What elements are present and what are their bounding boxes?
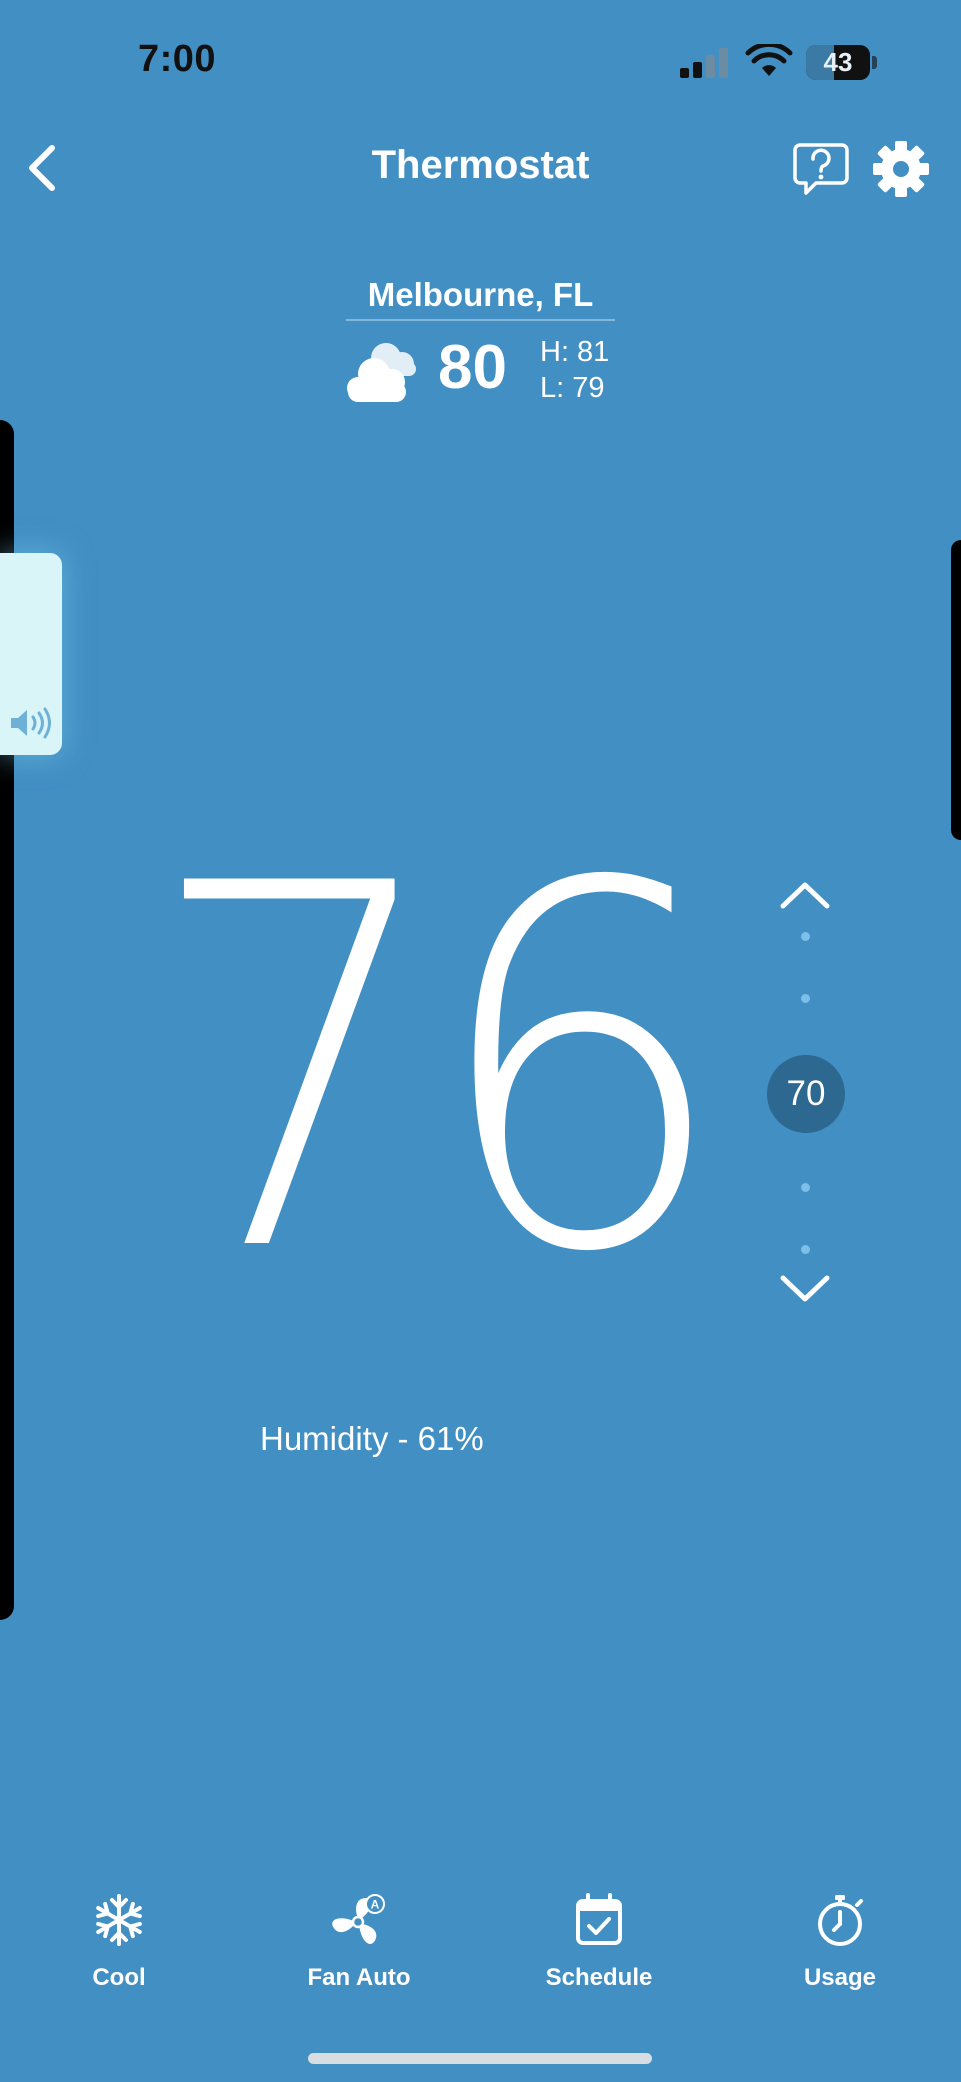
battery-tip	[872, 56, 877, 69]
tab-cool-label: Cool	[92, 1964, 146, 1991]
tab-schedule-label: Schedule	[545, 1964, 653, 1991]
stopwatch-icon	[818, 1895, 863, 1946]
chevron-down-icon[interactable]	[778, 1272, 832, 1306]
battery-level: 43	[823, 47, 853, 77]
svg-text:A: A	[371, 1898, 380, 1912]
tab-schedule[interactable]: Schedule	[499, 1892, 699, 1992]
calendar-icon	[576, 1893, 622, 1945]
weather-high: H: 81	[540, 336, 610, 368]
help-icon[interactable]	[792, 142, 850, 196]
screen-edge-right	[951, 540, 961, 840]
snowflake-icon	[96, 1894, 142, 1946]
signal-icon	[680, 46, 732, 78]
status-time: 7:00	[138, 38, 217, 80]
wifi-icon	[745, 44, 793, 76]
setpoint-value[interactable]: 70	[767, 1055, 845, 1133]
tab-fan-auto-label: Fan Auto	[307, 1964, 411, 1991]
setpoint-dot	[801, 994, 810, 1003]
setpoint-dot	[801, 1183, 810, 1192]
setpoint-dot	[801, 1245, 810, 1254]
weather-city: Melbourne, FL	[367, 276, 594, 313]
current-temperature: 76	[145, 779, 730, 1361]
tab-usage-label: Usage	[803, 1964, 877, 1991]
speaker-icon	[11, 707, 51, 739]
humidity-readout: Humidity - 61%	[260, 1420, 484, 1457]
city-divider	[346, 319, 615, 321]
setpoint-dot	[801, 932, 810, 941]
gear-icon[interactable]	[872, 140, 930, 198]
home-indicator[interactable]	[308, 2053, 652, 2064]
battery-icon: 43	[806, 45, 870, 80]
tab-fan-auto[interactable]: A Fan Auto	[259, 1892, 459, 1992]
fan-icon: A	[332, 1894, 385, 1944]
weather-low: L: 79	[540, 372, 605, 404]
chevron-up-icon[interactable]	[778, 878, 832, 912]
cloudy-icon	[347, 343, 416, 402]
weather-current-temp: 80	[438, 333, 507, 402]
tab-usage[interactable]: Usage	[740, 1892, 940, 1992]
tab-cool[interactable]: Cool	[19, 1892, 219, 1992]
